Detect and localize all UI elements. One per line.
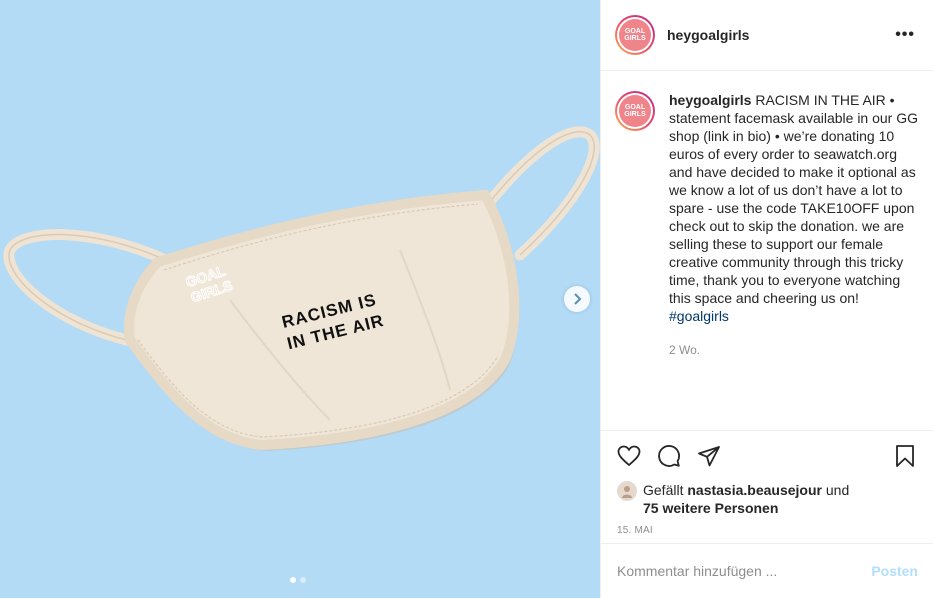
comment-icon[interactable] [657,444,681,468]
heart-icon[interactable] [617,444,641,468]
carousel-dot-active [290,577,296,583]
avatar-text-line: GOAL [624,28,646,35]
post-header: GOAL GIRLS heygoalgirls ••• [601,0,933,71]
actions-section: Gefällt nastasia.beausejour und 75 weite… [601,430,933,543]
post-comment-button[interactable]: Posten [871,563,918,579]
chevron-right-icon [574,293,582,305]
avatar-logo: GOAL GIRLS [619,19,651,51]
liker-avatar[interactable] [617,481,637,501]
liker-username[interactable]: nastasia.beausejour [687,482,822,498]
profile-avatar[interactable]: GOAL GIRLS [615,15,655,55]
person-icon [622,486,632,498]
bookmark-icon[interactable] [893,444,917,468]
header-username[interactable]: heygoalgirls [667,27,895,43]
post-date: 15. MAI [617,525,653,536]
avatar-text-line: GIRLS [624,111,646,118]
avatar-text-line: GIRLS [624,35,646,42]
more-options-icon[interactable]: ••• [895,26,919,44]
action-bar [617,441,917,471]
comment-bar: Posten [601,543,933,598]
likes-text: Gefällt nastasia.beausejour und 75 weite… [643,481,849,517]
caption-text: RACISM IN THE AIR • statement facemask a… [669,92,919,306]
caption-avatar[interactable]: GOAL GIRLS [615,91,655,131]
carousel-dot [300,577,306,583]
caption-body: heygoalgirls RACISM IN THE AIR • stateme… [669,91,919,430]
post-details-panel: GOAL GIRLS heygoalgirls ••• GOAL GIRLS h… [600,0,933,598]
carousel-indicator [290,577,306,583]
post-image[interactable]: GOAL GIRLS RACISM IS IN THE AIR [0,0,600,598]
caption-username[interactable]: heygoalgirls [669,92,751,108]
facemask-image: GOAL GIRLS RACISM IS IN THE AIR [3,126,600,451]
avatar-logo: GOAL GIRLS [619,95,651,127]
likes-others-link[interactable]: 75 weitere Personen [643,500,778,516]
next-image-button[interactable] [564,286,590,312]
caption-time: 2 Wo. [669,343,701,357]
avatar-text-line: GOAL [624,104,646,111]
hashtag-link[interactable]: #goalgirls [669,308,729,324]
likes-connector: und [821,482,850,498]
paper-plane-icon[interactable] [697,444,721,468]
comment-input[interactable] [617,563,872,579]
caption-section: GOAL GIRLS heygoalgirls RACISM IN THE AI… [601,71,933,430]
likes-prefix: Gefällt [643,482,688,498]
likes-summary: Gefällt nastasia.beausejour und 75 weite… [617,481,917,517]
